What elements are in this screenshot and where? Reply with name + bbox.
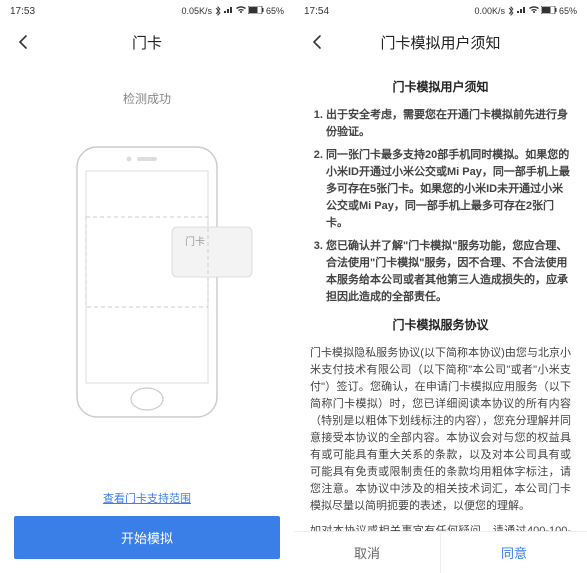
- net-speed: 0.00K/s: [474, 6, 505, 16]
- main-content: 检测成功 门卡 查看门卡支持范围 开始模拟: [0, 62, 294, 573]
- status-indicators: 0.05K/s 65%: [181, 6, 284, 16]
- bt-icon: [214, 6, 222, 16]
- screen-user-notice: 17:54 0.00K/s 65%: [294, 0, 587, 573]
- page-title: 门卡模拟用户须知: [294, 32, 587, 53]
- bottom-actions: 查看门卡支持范围 开始模拟: [0, 478, 294, 573]
- support-range-link[interactable]: 查看门卡支持范围: [14, 490, 280, 506]
- battery-pct: 65%: [559, 6, 577, 16]
- status-time: 17:53: [10, 6, 35, 17]
- page-title: 门卡: [0, 32, 294, 53]
- back-icon[interactable]: [14, 33, 32, 51]
- status-bar: 17:53 0.05K/s 65%: [0, 0, 294, 22]
- list-item: 同一张门卡最多支持20部手机同时模拟。如果您的小米ID开通过小米公交或Mi Pa…: [326, 147, 571, 232]
- battery-pct: 65%: [266, 6, 284, 16]
- status-bar: 17:54 0.00K/s 65%: [294, 0, 587, 22]
- wifi-icon: [529, 6, 539, 16]
- start-simulation-button[interactable]: 开始模拟: [14, 516, 280, 559]
- agreement-heading: 门卡模拟服务协议: [310, 316, 571, 335]
- phone-illustration: 门卡: [0, 137, 294, 478]
- signal-icon: [224, 6, 234, 16]
- dialog-buttons: 取消 同意: [294, 531, 587, 573]
- net-speed: 0.05K/s: [181, 6, 212, 16]
- battery-icon: [248, 6, 264, 16]
- agreement-para: 门卡模拟隐私服务协议(以下简称本协议)由您与北京小米支付技术有限公司（以下简称"…: [310, 345, 571, 515]
- wifi-icon: [236, 6, 246, 16]
- notice-list: 出于安全考虑，需要您在开通门卡模拟前先进行身份验证。 同一张门卡最多支持20部手…: [310, 107, 571, 307]
- agree-button[interactable]: 同意: [441, 532, 587, 573]
- signal-icon: [517, 6, 527, 16]
- battery-icon: [541, 6, 557, 16]
- screen-door-card: 17:53 0.05K/s 65%: [0, 0, 294, 573]
- back-icon[interactable]: [308, 33, 326, 51]
- cancel-button[interactable]: 取消: [294, 532, 441, 573]
- nav-bar: 门卡模拟用户须知: [294, 22, 587, 62]
- list-item: 出于安全考虑，需要您在开通门卡模拟前先进行身份验证。: [326, 107, 571, 141]
- nav-bar: 门卡: [0, 22, 294, 62]
- bt-icon: [507, 6, 515, 16]
- contact-para: 如对本协议或相关事宜有任何疑问，请通过400-100-3399与本公司联系。: [310, 523, 571, 531]
- notice-content[interactable]: 门卡模拟用户须知 出于安全考虑，需要您在开通门卡模拟前先进行身份验证。 同一张门…: [294, 62, 587, 531]
- notice-heading: 门卡模拟用户须知: [310, 78, 571, 97]
- status-indicators: 0.00K/s 65%: [474, 6, 577, 16]
- detect-status: 检测成功: [0, 90, 294, 107]
- list-item: 您已确认并了解"门卡模拟"服务功能，您应合理、合法使用"门卡模拟"服务，因不合理…: [326, 238, 571, 306]
- card-label-text: 门卡: [185, 235, 205, 248]
- status-time: 17:54: [304, 6, 329, 17]
